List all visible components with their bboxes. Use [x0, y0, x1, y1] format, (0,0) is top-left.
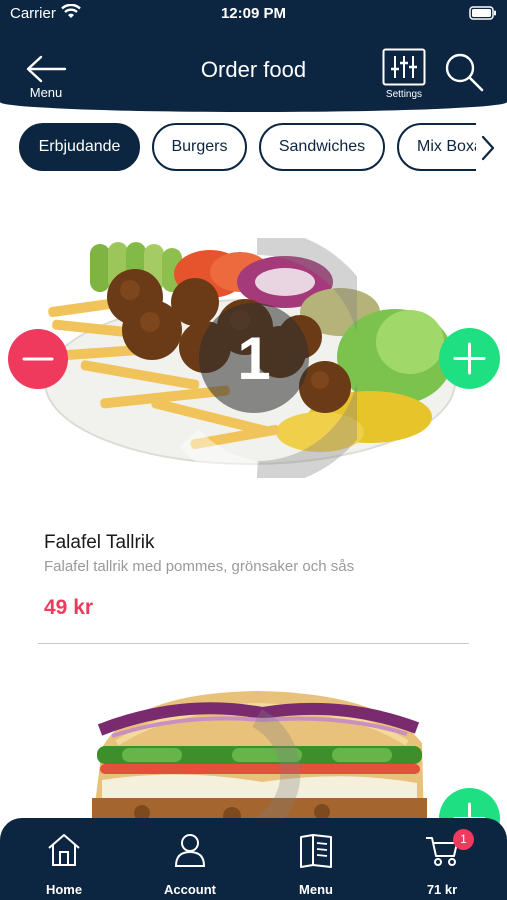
chip-burgers[interactable]: Burgers [152, 123, 247, 171]
settings-label: Settings [385, 89, 423, 100]
status-time: 12:09 PM [220, 5, 287, 22]
home-icon [48, 834, 80, 866]
tab-menu[interactable]: Menu [271, 832, 361, 897]
user-icon [174, 834, 206, 867]
item-price: 49 kr [44, 596, 94, 619]
chip-mix-boxar[interactable]: Mix Boxar [397, 123, 476, 171]
chip-sandwiches[interactable]: Sandwiches [259, 123, 385, 171]
increase-quantity-button[interactable] [439, 328, 500, 389]
tab-account[interactable]: Account [145, 832, 235, 897]
app-header: Carrier 12:09 PM Menu Order food Setting… [0, 0, 507, 112]
minus-icon [22, 357, 54, 361]
battery-icon [469, 6, 496, 20]
item-description: Falafel tallrik med pommes, grönsaker oc… [44, 558, 355, 575]
divider [38, 643, 469, 644]
settings-button[interactable]: Settings [378, 48, 430, 104]
page-title: Order food [200, 57, 307, 82]
category-chips: Erbjudande Burgers Sandwiches Mix Boxar [0, 122, 476, 174]
tab-menu-label: Menu [299, 882, 333, 897]
cart-count-badge: 1 [453, 829, 474, 850]
sliders-icon [382, 48, 426, 86]
sandwich-image [92, 691, 427, 828]
bottom-tab-bar: Home Account Menu 71 kr [0, 818, 507, 900]
search-button[interactable] [442, 50, 486, 94]
status-bar: Carrier 12:09 PM [0, 0, 507, 30]
cart-total: 71 kr [426, 882, 458, 897]
menu-book-icon [300, 834, 332, 868]
chevron-right-icon[interactable] [478, 134, 498, 162]
tab-home-label: Home [45, 882, 83, 897]
tab-account-label: Account [164, 882, 216, 897]
decrease-quantity-button[interactable] [8, 329, 68, 389]
plus-icon [453, 342, 486, 375]
item-name: Falafel Tallrik [44, 532, 155, 553]
chip-erbjudande[interactable]: Erbjudande [19, 123, 140, 171]
search-icon [445, 53, 484, 92]
back-label: Menu [29, 85, 63, 100]
quantity-badge: 1 [199, 303, 309, 413]
tab-home[interactable]: Home [19, 832, 109, 897]
